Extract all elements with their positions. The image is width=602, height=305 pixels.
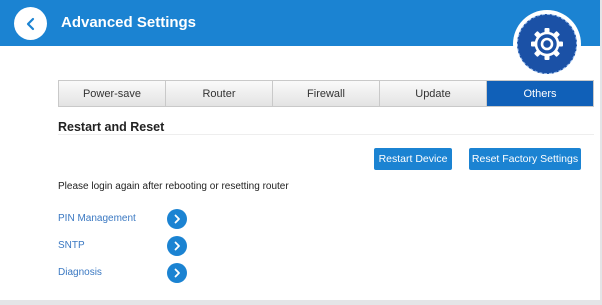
diagnosis-arrow-button[interactable] [167, 263, 187, 283]
settings-tabs: Power-save Router Firewall Update Others [58, 80, 594, 107]
settings-panel: Advanced Settings Power-save Router Fire… [0, 0, 600, 300]
sntp-link[interactable]: SNTP [58, 240, 85, 251]
restart-device-button[interactable]: Restart Device [374, 148, 452, 170]
tab-others[interactable]: Others [487, 81, 593, 106]
page-title: Advanced Settings [61, 14, 197, 31]
restart-notice: Please login again after rebooting or re… [58, 181, 289, 192]
settings-badge [513, 10, 581, 78]
pin-management-arrow-button[interactable] [167, 209, 187, 229]
section-divider [58, 134, 594, 135]
pin-management-link[interactable]: PIN Management [58, 213, 136, 224]
chevron-right-icon [174, 268, 180, 278]
tab-router[interactable]: Router [166, 81, 273, 106]
sntp-arrow-button[interactable] [167, 236, 187, 256]
tab-power-save[interactable]: Power-save [59, 81, 166, 106]
back-button[interactable] [14, 7, 47, 40]
settings-badge-circle [517, 14, 577, 74]
chevron-right-icon [174, 241, 180, 251]
reset-factory-settings-button[interactable]: Reset Factory Settings [469, 148, 581, 170]
tab-firewall[interactable]: Firewall [273, 81, 380, 106]
tab-update[interactable]: Update [380, 81, 487, 106]
gear-icon [531, 28, 563, 60]
chevron-right-icon [174, 214, 180, 224]
chevron-left-icon [26, 17, 34, 30]
section-title: Restart and Reset [58, 120, 165, 134]
diagnosis-link[interactable]: Diagnosis [58, 267, 102, 278]
header-bar: Advanced Settings [0, 0, 600, 46]
